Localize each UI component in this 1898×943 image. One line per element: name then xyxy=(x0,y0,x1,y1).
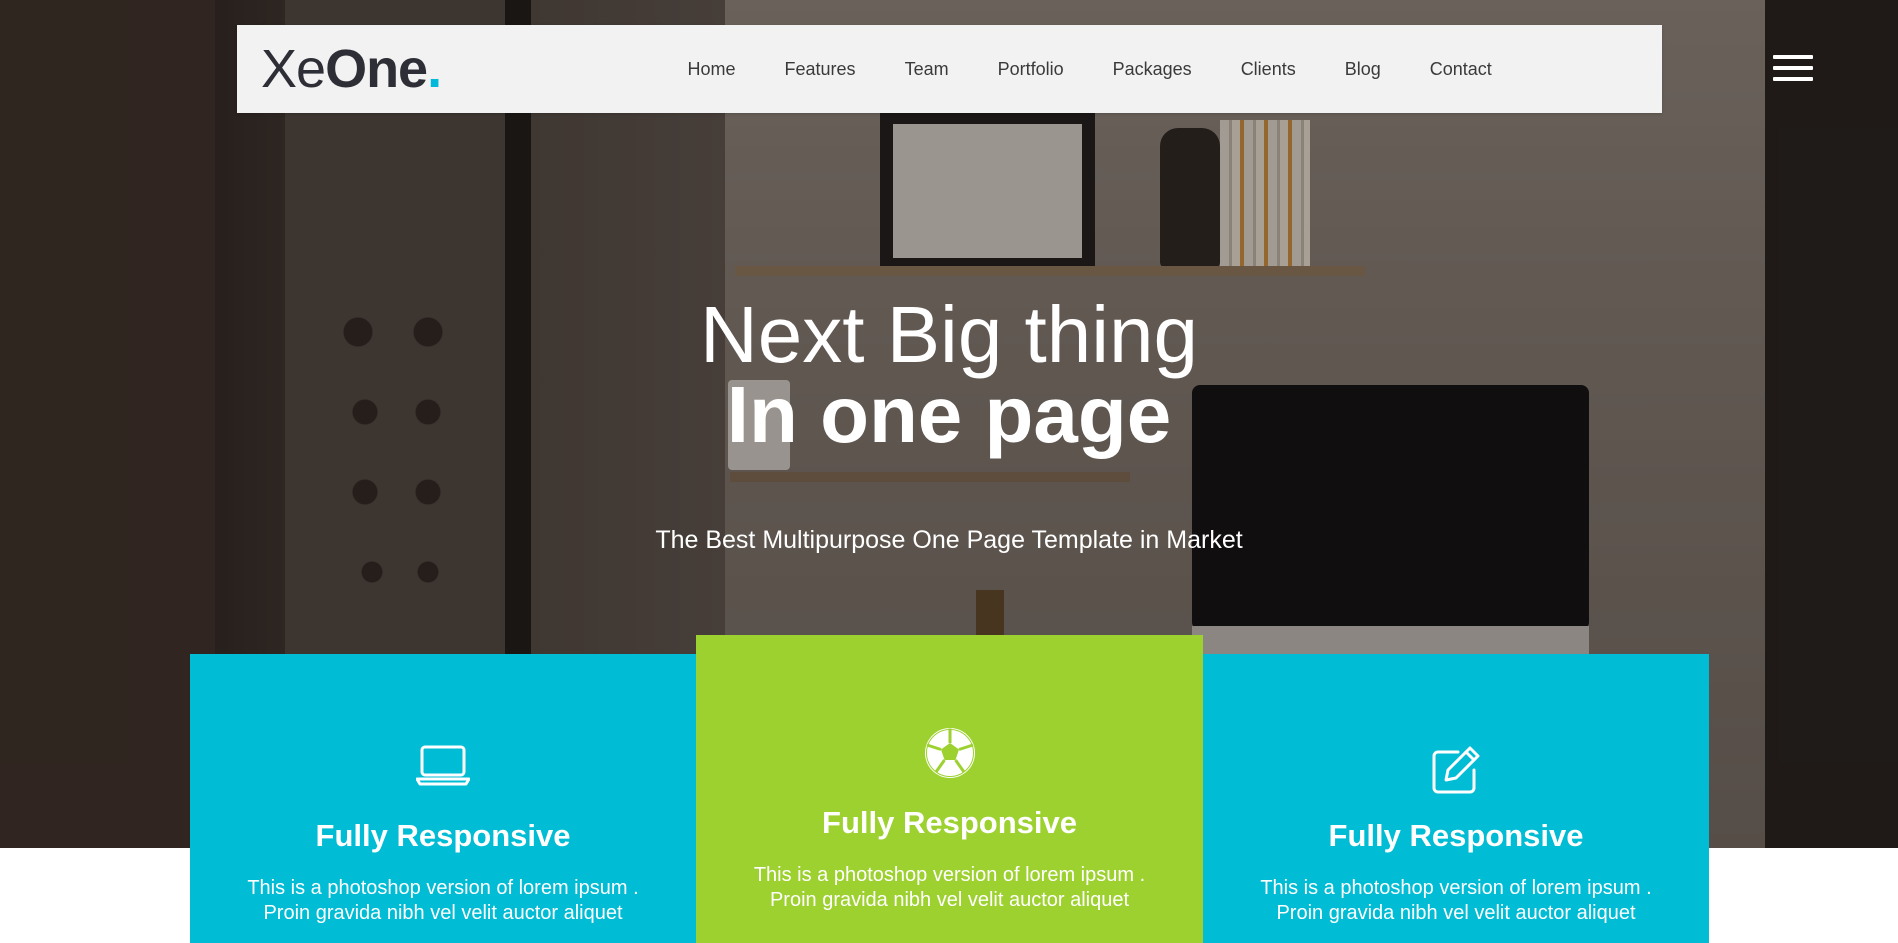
nav-home[interactable]: Home xyxy=(663,59,760,80)
nav-features[interactable]: Features xyxy=(760,59,880,80)
feature-description-line: This is a photoshop version of lorem ips… xyxy=(1260,877,1652,899)
logo[interactable]: XeOne. xyxy=(261,39,442,99)
feature-card-1: Fully Responsive This is a photoshop ver… xyxy=(190,654,696,943)
logo-dot: . xyxy=(427,39,442,99)
feature-description-line: Proin gravida nibh vel velit auctor aliq… xyxy=(769,889,1130,911)
hero-subtitle: The Best Multipurpose One Page Template … xyxy=(655,526,1243,554)
feature-description-line: Proin gravida nibh vel velit auctor aliq… xyxy=(1276,902,1636,924)
navbar: XeOne. Home Features Team Portfolio Pack… xyxy=(237,25,1662,113)
feature-card-2: Fully Responsive This is a photoshop ver… xyxy=(696,635,1203,943)
nav-clients[interactable]: Clients xyxy=(1216,59,1320,80)
hero-title-line1: Next Big thing xyxy=(699,290,1199,379)
nav-blog[interactable]: Blog xyxy=(1320,59,1405,80)
nav-contact[interactable]: Contact xyxy=(1405,59,1516,80)
hamburger-line xyxy=(1773,55,1813,59)
feature-title: Fully Responsive xyxy=(315,818,571,853)
feature-description: This is a photoshop version of lorem ips… xyxy=(190,876,696,926)
feature-description: This is a photoshop version of lorem ips… xyxy=(696,863,1203,913)
logo-text-light: Xe xyxy=(261,39,326,99)
main-nav: Home Features Team Portfolio Packages Cl… xyxy=(663,25,1516,113)
hamburger-menu-icon[interactable] xyxy=(1773,55,1813,81)
feature-description-line: This is a photoshop version of lorem ips… xyxy=(247,877,639,899)
nav-portfolio[interactable]: Portfolio xyxy=(973,59,1088,80)
feature-title: Fully Responsive xyxy=(822,805,1077,840)
soccer-ball-icon xyxy=(696,727,1203,779)
hero-title-line2: In one page xyxy=(726,370,1172,459)
feature-description-line: Proin gravida nibh vel velit auctor aliq… xyxy=(263,902,623,924)
feature-description: This is a photoshop version of lorem ips… xyxy=(1203,876,1709,926)
feature-card-3: Fully Responsive This is a photoshop ver… xyxy=(1203,654,1709,943)
hamburger-line xyxy=(1773,77,1813,81)
feature-title: Fully Responsive xyxy=(1328,818,1584,853)
nav-team[interactable]: Team xyxy=(880,59,973,80)
hamburger-line xyxy=(1773,66,1813,70)
edit-icon xyxy=(1203,744,1709,796)
logo-text-bold: One xyxy=(325,39,428,99)
nav-packages[interactable]: Packages xyxy=(1088,59,1216,80)
laptop-icon xyxy=(190,744,696,786)
feature-description-line: This is a photoshop version of lorem ips… xyxy=(753,864,1146,886)
